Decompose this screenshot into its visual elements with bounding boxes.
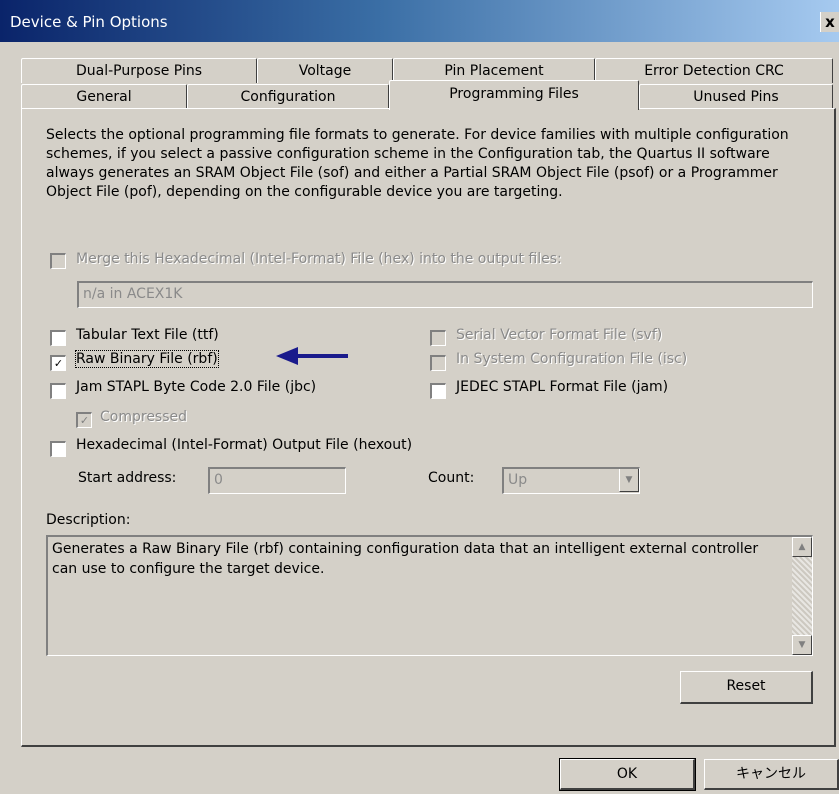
close-button[interactable]: x [820, 12, 839, 32]
arrow-indicator-icon [276, 347, 348, 365]
start-address-field[interactable]: 0 [208, 467, 346, 494]
count-label: Count: [428, 470, 475, 486]
intro-text: Selects the optional programming file fo… [46, 127, 789, 200]
tab-programming-files[interactable]: Programming Files [389, 80, 639, 110]
scroll-up-icon[interactable]: ▲ [792, 537, 812, 557]
compressed-label: Compressed [100, 409, 188, 425]
hexout-label: Hexadecimal (Intel-Format) Output File (… [76, 437, 413, 453]
isc-checkbox[interactable] [430, 355, 446, 371]
jbc-label: Jam STAPL Byte Code 2.0 File (jbc) [76, 379, 317, 395]
title-bar: Device & Pin Options x [0, 0, 839, 42]
jbc-checkbox[interactable] [50, 383, 66, 399]
hexout-checkbox[interactable] [50, 441, 66, 457]
scroll-down-icon[interactable]: ▼ [792, 635, 812, 655]
description-scrollbar[interactable]: ▲ ▼ [792, 537, 812, 655]
tab-configuration[interactable]: Configuration [187, 84, 389, 109]
tab-unused-pins[interactable]: Unused Pins [639, 84, 833, 109]
rbf-checkbox[interactable]: ✓ [50, 355, 66, 371]
tab-general[interactable]: General [21, 84, 187, 109]
merge-hex-checkbox[interactable] [50, 253, 66, 269]
jam-label: JEDEC STAPL Format File (jam) [456, 379, 669, 395]
rbf-label: Raw Binary File (rbf) [75, 350, 219, 368]
chevron-down-icon[interactable]: ▼ [619, 469, 639, 492]
compressed-checkbox[interactable]: ✓ [76, 412, 92, 428]
isc-label: In System Configuration File (isc) [456, 351, 688, 367]
tab-voltage[interactable]: Voltage [257, 58, 393, 83]
description-box[interactable]: Generates a Raw Binary File (rbf) contai… [46, 535, 813, 656]
count-select[interactable]: Up ▼ [502, 467, 640, 494]
merge-hex-label: Merge this Hexadecimal (Intel-Format) Fi… [76, 251, 562, 267]
count-value: Up [508, 472, 528, 488]
reset-button[interactable]: Reset [680, 671, 813, 704]
tab-dual-purpose-pins[interactable]: Dual-Purpose Pins [21, 58, 257, 83]
description-text: Generates a Raw Binary File (rbf) contai… [52, 541, 759, 577]
cancel-button[interactable]: キャンセル [704, 759, 839, 790]
svf-label: Serial Vector Format File (svf) [456, 327, 663, 343]
ttf-checkbox[interactable] [50, 330, 66, 346]
start-address-label: Start address: [78, 470, 177, 486]
ok-button[interactable]: OK [559, 758, 696, 791]
description-label: Description: [46, 512, 131, 528]
jam-checkbox[interactable] [430, 383, 446, 399]
ttf-label: Tabular Text File (ttf) [76, 327, 219, 343]
merge-hex-field[interactable]: n/a in ACEX1K [77, 281, 813, 308]
svf-checkbox[interactable] [430, 330, 446, 346]
window-title: Device & Pin Options [10, 13, 168, 31]
